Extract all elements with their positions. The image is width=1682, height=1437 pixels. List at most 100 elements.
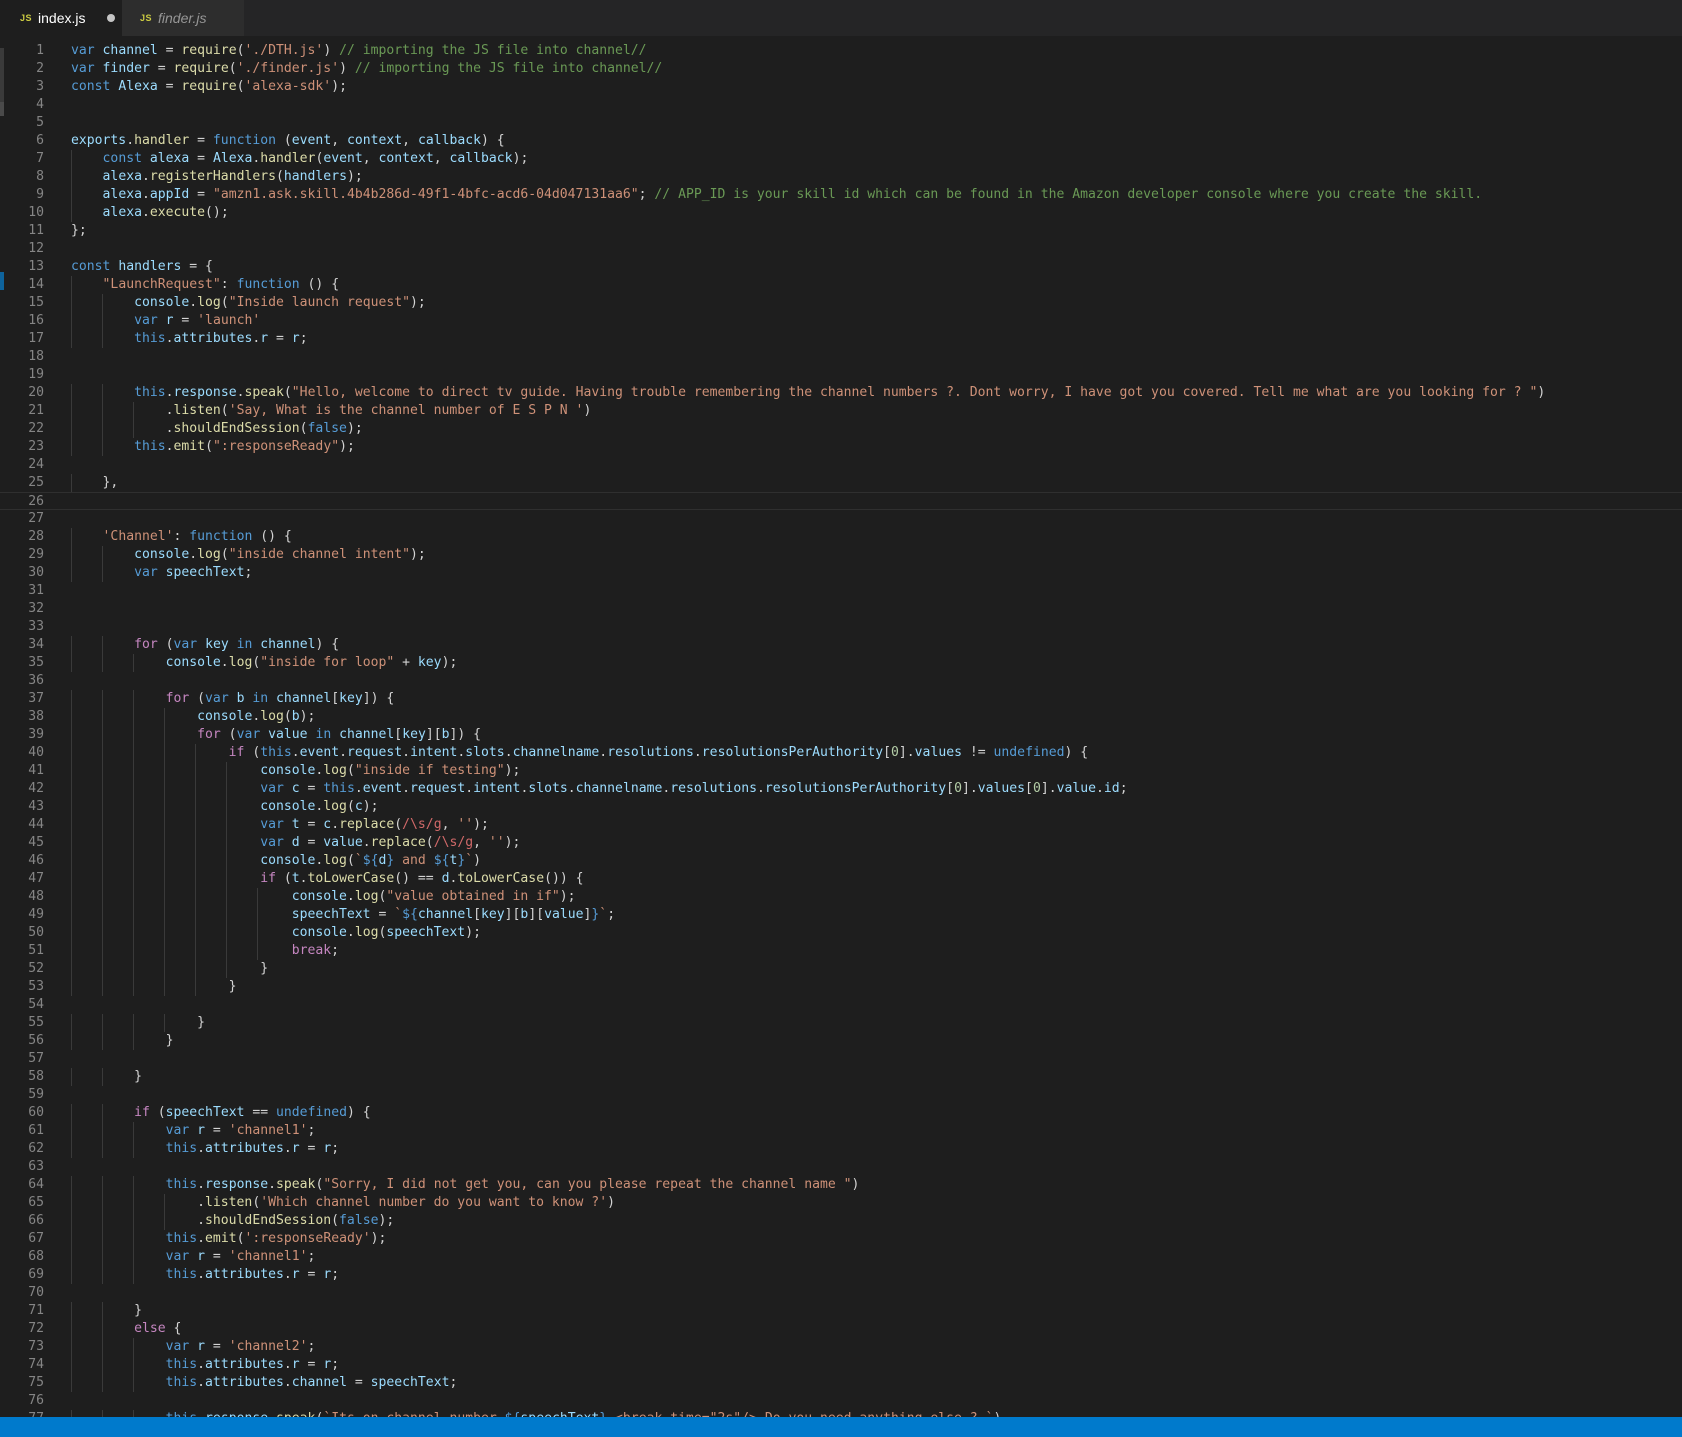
code-line[interactable]: 14 "LaunchRequest": function () { <box>0 276 1682 294</box>
code-line[interactable]: 66 .shouldEndSession(false); <box>0 1212 1682 1230</box>
code-token: . <box>220 655 229 670</box>
code-line[interactable]: 38 console.log(b); <box>0 708 1682 726</box>
code-token: } <box>71 1303 142 1318</box>
code-line[interactable]: 61 var r = 'channel1'; <box>0 1122 1682 1140</box>
code-line[interactable]: 12 <box>0 240 1682 258</box>
code-line[interactable]: 17 this.attributes.r = r; <box>0 330 1682 348</box>
indent-guide <box>257 888 258 906</box>
code-line[interactable]: 15 console.log("Inside launch request"); <box>0 294 1682 312</box>
indent-guide <box>102 654 103 672</box>
code-line[interactable]: 29 console.log("inside channel intent"); <box>0 546 1682 564</box>
code-line[interactable]: 35 console.log("inside for loop" + key); <box>0 654 1682 672</box>
code-line[interactable]: 20 this.response.speak("Hello, welcome t… <box>0 384 1682 402</box>
code-line[interactable]: 4 <box>0 96 1682 114</box>
code-line[interactable]: 72 else { <box>0 1320 1682 1338</box>
code-line[interactable]: 32 <box>0 600 1682 618</box>
code-line[interactable]: 50 console.log(speechText); <box>0 924 1682 942</box>
code-text: .shouldEndSession(false); <box>71 420 363 438</box>
code-line[interactable]: 57 <box>0 1050 1682 1068</box>
code-line[interactable]: 44 var t = c.replace(/\s/g, ''); <box>0 816 1682 834</box>
code-line[interactable]: 37 for (var b in channel[key]) { <box>0 690 1682 708</box>
code-line[interactable]: 1 var channel = require('./DTH.js') // im… <box>0 42 1682 60</box>
code-line[interactable]: 30 var speechText; <box>0 564 1682 582</box>
line-number: 37 <box>28 691 44 706</box>
code-line[interactable]: 39 for (var value in channel[key][b]) { <box>0 726 1682 744</box>
code-line[interactable]: 31 <box>0 582 1682 600</box>
code-line[interactable]: 76 <box>0 1392 1682 1410</box>
line-number: 11 <box>28 223 44 238</box>
code-line[interactable]: 69 this.attributes.r = r; <box>0 1266 1682 1284</box>
code-line[interactable]: 8 alexa.registerHandlers(handlers); <box>0 168 1682 186</box>
code-token: speak <box>244 385 284 400</box>
code-token: this <box>260 745 292 760</box>
code-line[interactable]: 60 if (speechText == undefined) { <box>0 1104 1682 1122</box>
code-line[interactable]: 41 console.log("inside if testing"); <box>0 762 1682 780</box>
tab-index-js[interactable]: JS index.js <box>0 0 122 36</box>
code-line[interactable]: 19 <box>0 366 1682 384</box>
code-line[interactable]: 36 <box>0 672 1682 690</box>
code-line[interactable]: 77 this.response.speak(`Its on channel n… <box>0 1410 1682 1417</box>
indent-guide <box>102 1338 103 1356</box>
unsaved-dot-icon[interactable] <box>107 14 116 22</box>
code-line[interactable]: 68 var r = 'channel1'; <box>0 1248 1682 1266</box>
code-line[interactable]: 5 <box>0 114 1682 132</box>
code-editor[interactable]: 1 var channel = require('./DTH.js') // im… <box>0 36 1682 1417</box>
code-line[interactable]: 7 const alexa = Alexa.handler(event, con… <box>0 150 1682 168</box>
code-line[interactable]: 28 'Channel': function () { <box>0 528 1682 546</box>
line-number: 21 <box>28 403 44 418</box>
code-line[interactable]: 21 .listen('Say, What is the channel num… <box>0 402 1682 420</box>
code-line[interactable]: 64 this.response.speak("Sorry, I did not… <box>0 1176 1682 1194</box>
code-line[interactable]: 71 } <box>0 1302 1682 1320</box>
code-line[interactable]: 13 const handlers = { <box>0 258 1682 276</box>
code-line[interactable]: 43 console.log(c); <box>0 798 1682 816</box>
code-line[interactable]: 11}; <box>0 222 1682 240</box>
code-line[interactable]: 2 var finder = require('./finder.js') // … <box>0 60 1682 78</box>
code-line[interactable]: 47 if (t.toLowerCase() == d.toLowerCase(… <box>0 870 1682 888</box>
code-line[interactable]: 24 <box>0 456 1682 474</box>
code-line[interactable]: 63 <box>0 1158 1682 1176</box>
code-line[interactable]: 54 <box>0 996 1682 1014</box>
code-line[interactable]: 3 const Alexa = require('alexa-sdk'); <box>0 78 1682 96</box>
code-line[interactable]: 49 speechText = `${channel[key][b][value… <box>0 906 1682 924</box>
code-line[interactable]: 40 if (this.event.request.intent.slots.c… <box>0 744 1682 762</box>
code-line[interactable]: 70 <box>0 1284 1682 1302</box>
code-line[interactable]: 34 for (var key in channel) { <box>0 636 1682 654</box>
code-line[interactable]: 75 this.attributes.channel = speechText; <box>0 1374 1682 1392</box>
code-line[interactable]: 16 var r = 'launch' <box>0 312 1682 330</box>
code-line[interactable]: 45 var d = value.replace(/\s/g, ''); <box>0 834 1682 852</box>
code-line[interactable]: 33 <box>0 618 1682 636</box>
code-token: ; <box>307 1123 316 1138</box>
code-line[interactable]: 62 this.attributes.r = r; <box>0 1140 1682 1158</box>
code-line[interactable]: 67 this.emit(':responseReady'); <box>0 1230 1682 1248</box>
tab-finder-js[interactable]: JS finder.js <box>122 0 244 36</box>
code-line[interactable]: 22 .shouldEndSession(false); <box>0 420 1682 438</box>
code-line[interactable]: 6 exports.handler = function (event, cont… <box>0 132 1682 150</box>
indent-guide <box>102 438 103 456</box>
code-token: ( <box>276 169 284 184</box>
code-line[interactable]: 18 <box>0 348 1682 366</box>
code-line[interactable]: 46 console.log(`${d} and ${t}`) <box>0 852 1682 870</box>
code-line[interactable]: 10 alexa.execute(); <box>0 204 1682 222</box>
code-token: = <box>299 781 324 796</box>
code-line[interactable]: 59 <box>0 1086 1682 1104</box>
code-line[interactable]: 26 <box>0 492 1682 510</box>
code-line[interactable]: 58 } <box>0 1068 1682 1086</box>
code-line[interactable]: 9 alexa.appId = "amzn1.ask.skill.4b4b286… <box>0 186 1682 204</box>
code-line[interactable]: 25 }, <box>0 474 1682 492</box>
code-line[interactable]: 23 this.emit(":responseReady"); <box>0 438 1682 456</box>
indent-guide <box>71 276 72 294</box>
code-line[interactable]: 53 } <box>0 978 1682 996</box>
code-line[interactable]: 52 } <box>0 960 1682 978</box>
code-line[interactable]: 74 this.attributes.r = r; <box>0 1356 1682 1374</box>
code-line[interactable]: 73 var r = 'channel2'; <box>0 1338 1682 1356</box>
indent-guide <box>71 942 72 960</box>
code-line[interactable]: 42 var c = this.event.request.intent.slo… <box>0 780 1682 798</box>
code-line[interactable]: 27 <box>0 510 1682 528</box>
code-line[interactable]: 48 console.log("value obtained in if"); <box>0 888 1682 906</box>
code-line[interactable]: 51 break; <box>0 942 1682 960</box>
code-line[interactable]: 55 } <box>0 1014 1682 1032</box>
code-line[interactable]: 56 } <box>0 1032 1682 1050</box>
code-line[interactable]: 65 .listen('Which channel number do you … <box>0 1194 1682 1212</box>
